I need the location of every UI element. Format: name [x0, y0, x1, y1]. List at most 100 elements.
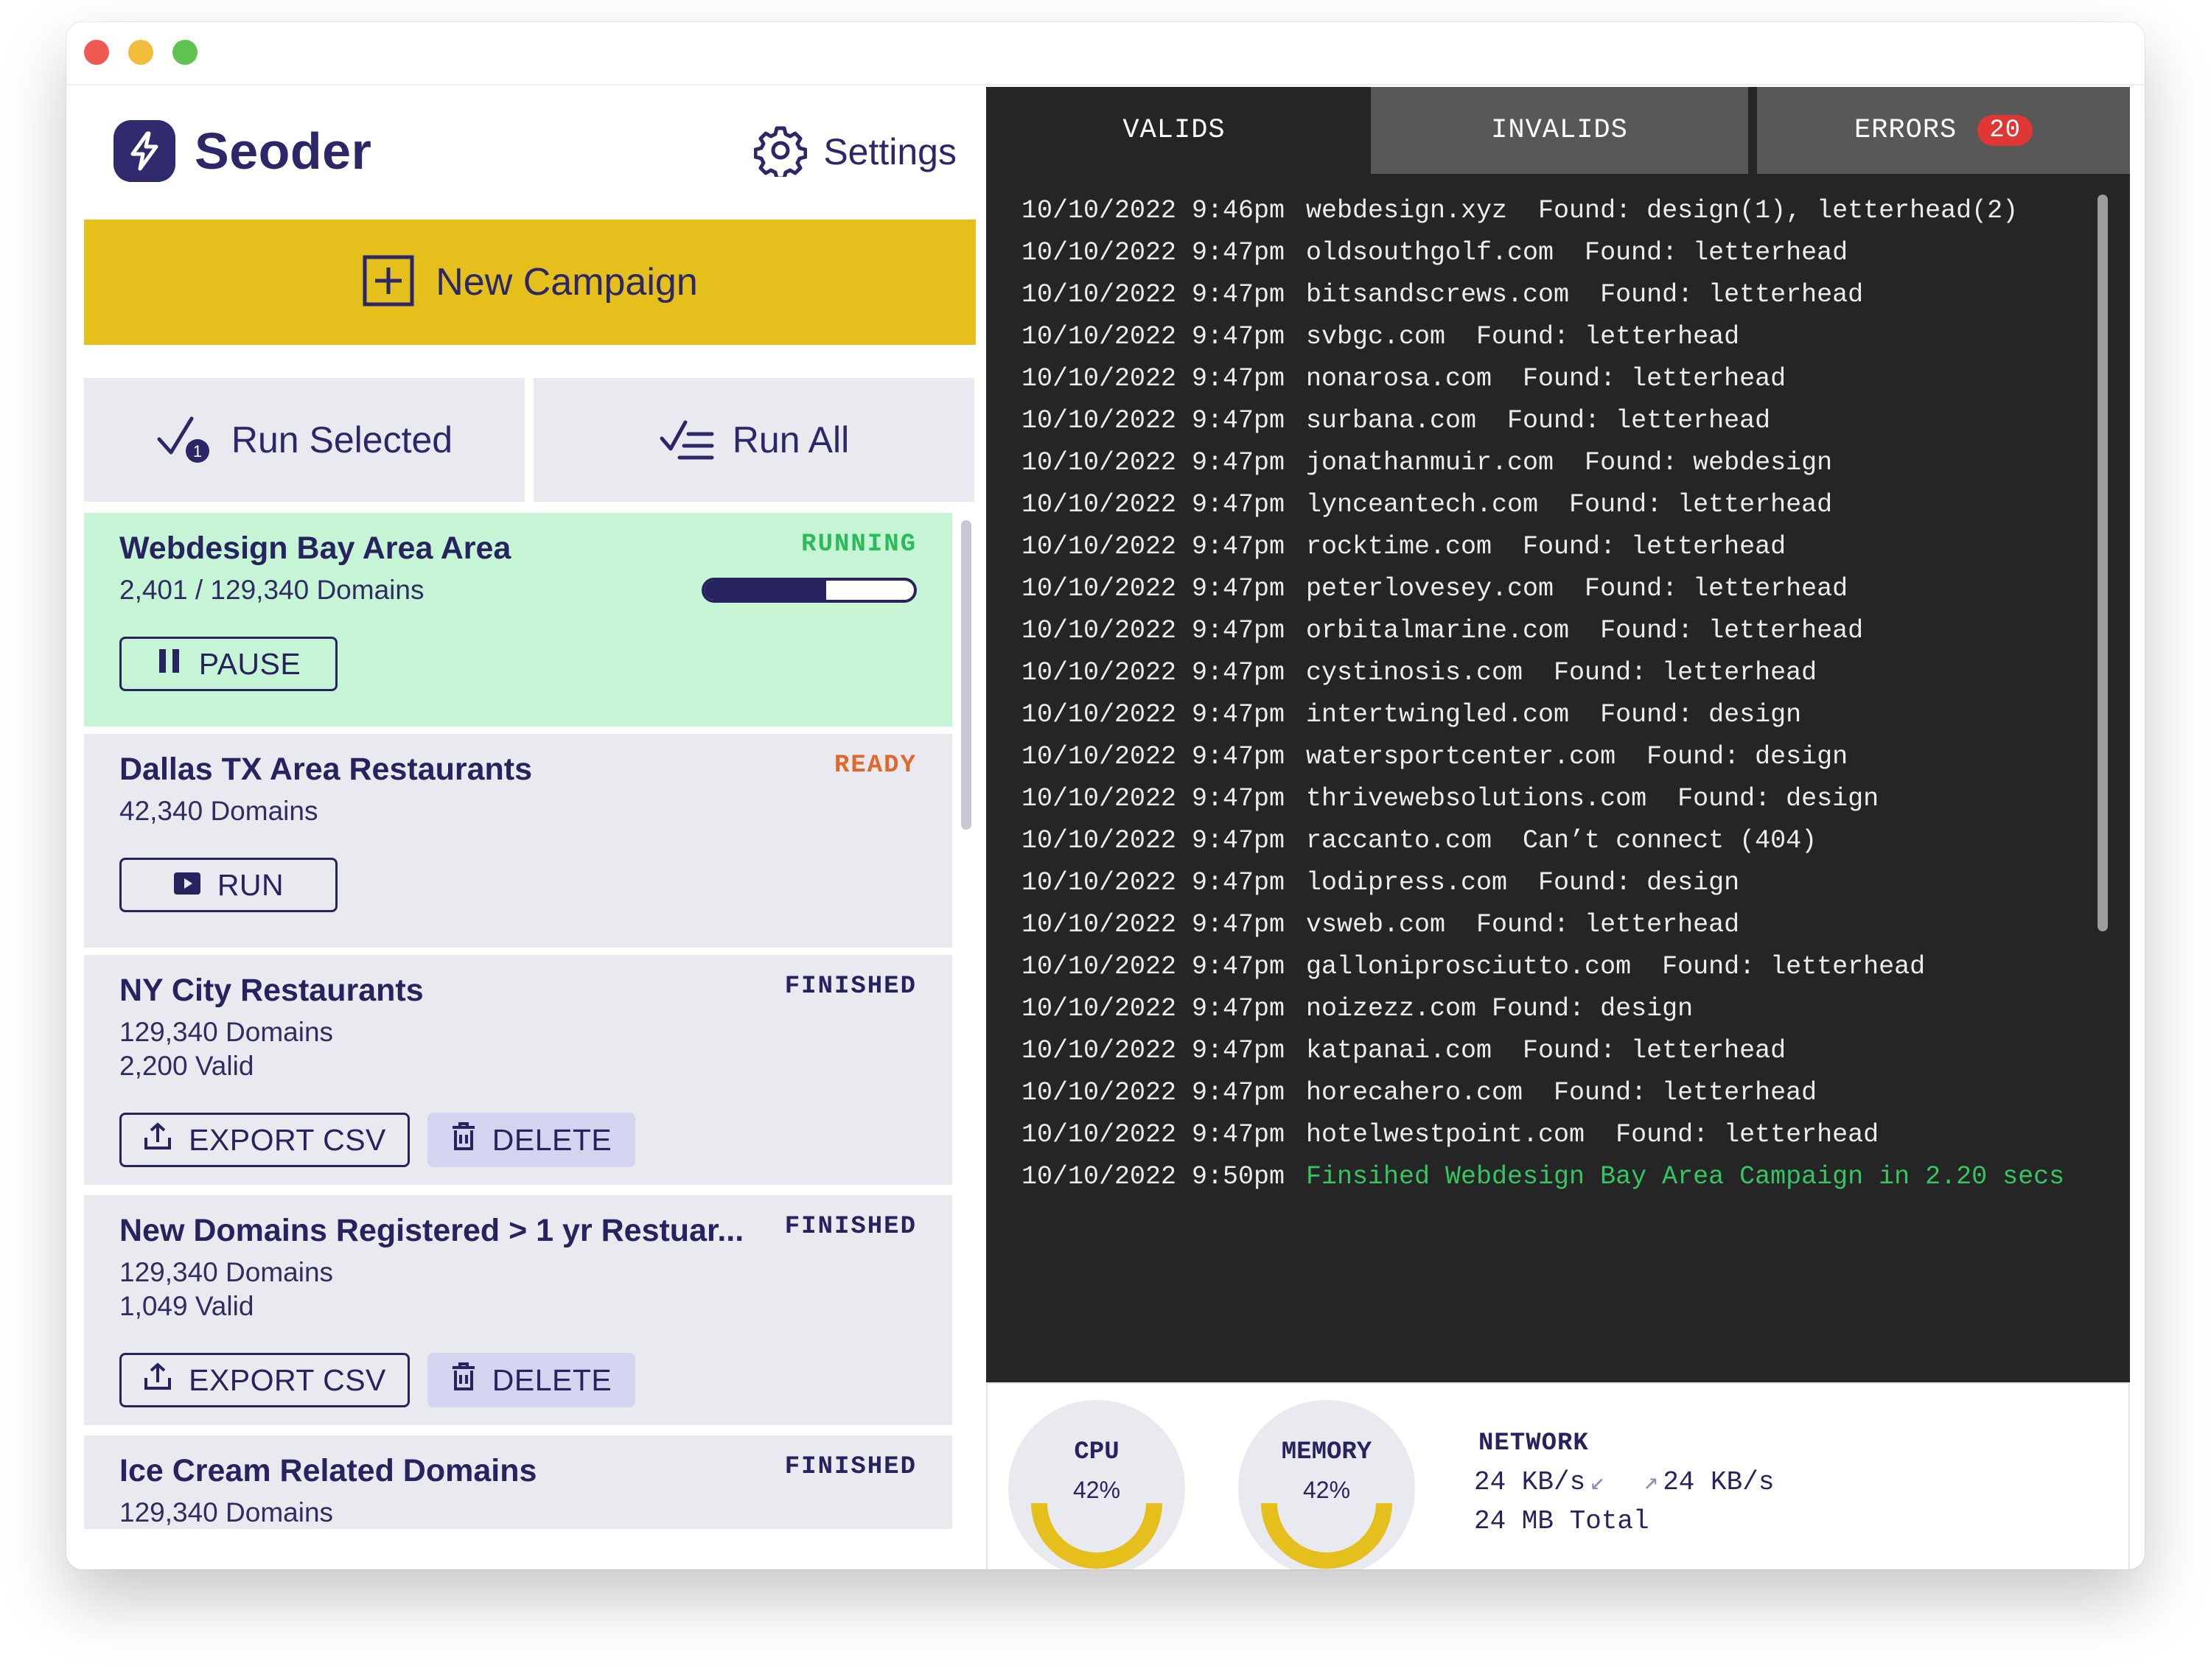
- new-campaign-label: New Campaign: [436, 261, 698, 304]
- campaign-title: New Domains Registered > 1 yr Restuar...: [119, 1213, 744, 1248]
- export-csv-label: EXPORT CSV: [189, 1362, 386, 1397]
- log-message: raccanto.com Can’t connect (404): [1306, 826, 1817, 855]
- close-window-button[interactable]: [84, 40, 109, 65]
- log-scrollbar[interactable]: [2098, 195, 2108, 931]
- log-line: 10/10/2022 9:47pm noizezz.com Found: desi…: [1021, 988, 2064, 1030]
- log-line: 10/10/2022 9:47pm lynceantech.com Found: …: [1021, 484, 2064, 526]
- log-message: orbitalmarine.com Found: letterhead: [1306, 616, 1864, 645]
- log-line: 10/10/2022 9:47pm oldsouthgolf.com Found:…: [1021, 232, 2064, 274]
- tab-label: ERRORS: [1854, 115, 1957, 146]
- campaign-card[interactable]: NY City Restaurants FINISHED 129,340 Dom…: [84, 955, 952, 1185]
- campaign-card[interactable]: Dallas TX Area Restaurants READY 42,340 …: [84, 734, 952, 948]
- log-timestamp: 10/10/2022 9:47pm: [1021, 952, 1285, 981]
- log-timestamp: 10/10/2022 9:47pm: [1021, 616, 1285, 645]
- tab-errors[interactable]: ERRORS 20: [1757, 87, 2130, 174]
- log-timestamp: 10/10/2022 9:47pm: [1021, 910, 1285, 939]
- campaign-card[interactable]: Webdesign Bay Area Area RUNNING 2,401 / …: [84, 513, 952, 727]
- export-csv-button[interactable]: EXPORT CSV: [119, 1353, 410, 1407]
- run-selected-count: 1: [193, 442, 202, 461]
- pause-icon: [156, 647, 183, 682]
- log-message: galloniprosciutto.com Found: letterhead: [1306, 952, 1926, 981]
- delete-button[interactable]: DELETE: [427, 1113, 635, 1167]
- minimize-window-button[interactable]: [128, 40, 153, 65]
- tab-invalids[interactable]: INVALIDS: [1371, 87, 1748, 174]
- log-timestamp: 10/10/2022 9:47pm: [1021, 826, 1285, 855]
- log-message: lynceantech.com Found: letterhead: [1306, 490, 1833, 519]
- log-line: 10/10/2022 9:47pm raccanto.com Can’t conn…: [1021, 820, 2064, 862]
- results-panel: VALIDS INVALIDS ERRORS 20 10/10/2022 9:4…: [986, 87, 2130, 1569]
- log-timestamp: 10/10/2022 9:47pm: [1021, 406, 1285, 435]
- trash-icon: [451, 1121, 476, 1158]
- export-icon: [143, 1121, 172, 1158]
- network-stats: NETWORK 24 KB/s ↙ ↗ 24 KB/s 24 MB Total: [1474, 1429, 1774, 1536]
- log-timestamp: 10/10/2022 9:50pm: [1021, 1162, 1285, 1191]
- log-timestamp: 10/10/2022 9:47pm: [1021, 868, 1285, 897]
- log-line: 10/10/2022 9:47pm bitsandscrews.com Found…: [1021, 274, 2064, 316]
- run-selected-button[interactable]: 1 Run Selected: [84, 378, 525, 502]
- log-message: webdesign.xyz Found: design(1), letterhe…: [1306, 196, 2019, 225]
- campaign-domain-count: 129,340 Domains: [119, 1017, 334, 1047]
- run-all-button[interactable]: Run All: [534, 378, 974, 502]
- campaign-list: Webdesign Bay Area Area RUNNING 2,401 / …: [84, 513, 954, 1529]
- maximize-window-button[interactable]: [172, 40, 198, 65]
- log-message: katpanai.com Found: letterhead: [1306, 1036, 1786, 1065]
- delete-label: DELETE: [492, 1122, 612, 1157]
- log-message: rocktime.com Found: letterhead: [1306, 532, 1786, 561]
- campaign-card[interactable]: Ice Cream Related Domains FINISHED 129,3…: [84, 1435, 952, 1529]
- campaign-status: FINISHED: [784, 1453, 917, 1481]
- log-message: svbgc.com Found: letterhead: [1306, 322, 1740, 351]
- run-button[interactable]: RUN: [119, 858, 338, 912]
- delete-label: DELETE: [492, 1362, 612, 1397]
- log-line: 10/10/2022 9:47pm rocktime.com Found: let…: [1021, 526, 2064, 568]
- gear-icon: [753, 124, 808, 181]
- campaign-list-scrollbar[interactable]: [961, 520, 971, 830]
- log-message: lodipress.com Found: design: [1306, 868, 1740, 897]
- log-message: cystinosis.com Found: letterhead: [1306, 658, 1817, 687]
- tab-valids[interactable]: VALIDS: [986, 87, 1362, 174]
- campaign-progress-bar: [702, 578, 917, 603]
- log-message: jonathanmuir.com Found: webdesign: [1306, 448, 1833, 477]
- log-console: 10/10/2022 9:46pm webdesign.xyz Found: de…: [986, 174, 2130, 1382]
- log-message: oldsouthgolf.com Found: letterhead: [1306, 238, 1848, 267]
- tab-label: INVALIDS: [1491, 115, 1628, 146]
- log-timestamp: 10/10/2022 9:47pm: [1021, 238, 1285, 267]
- log-line: 10/10/2022 9:47pm thrivewebsolutions.com …: [1021, 778, 2064, 820]
- pause-button[interactable]: PAUSE: [119, 637, 338, 691]
- network-title: NETWORK: [1478, 1429, 1589, 1457]
- campaign-card[interactable]: New Domains Registered > 1 yr Restuar...…: [84, 1195, 952, 1425]
- new-campaign-button[interactable]: New Campaign: [84, 220, 976, 345]
- log-timestamp: 10/10/2022 9:47pm: [1021, 700, 1285, 729]
- delete-button[interactable]: DELETE: [427, 1353, 635, 1407]
- export-csv-button[interactable]: EXPORT CSV: [119, 1113, 410, 1167]
- run-selected-label: Run Selected: [231, 419, 453, 461]
- log-line: 10/10/2022 9:47pm surbana.com Found: lett…: [1021, 400, 2064, 442]
- log-line: 10/10/2022 9:47pm orbitalmarine.com Found…: [1021, 610, 2064, 652]
- download-arrow-icon: ↙: [1590, 1469, 1605, 1497]
- settings-button[interactable]: Settings: [753, 122, 957, 181]
- trash-icon: [451, 1362, 476, 1399]
- memory-label: MEMORY: [1281, 1438, 1372, 1466]
- cpu-gauge: CPU 42%: [1008, 1400, 1185, 1569]
- log-line: 10/10/2022 9:47pm intertwingled.com Found…: [1021, 694, 2064, 736]
- system-stats: CPU 42% MEMORY 42% NETWORK 24 KB/s ↙ ↗ 2…: [986, 1382, 2130, 1569]
- upload-arrow-icon: ↗: [1643, 1469, 1659, 1497]
- log-timestamp: 10/10/2022 9:47pm: [1021, 280, 1285, 309]
- log-timestamp: 10/10/2022 9:47pm: [1021, 448, 1285, 477]
- campaign-domain-count: 2,401 / 129,340 Domains: [119, 575, 425, 605]
- tab-label: VALIDS: [1122, 115, 1226, 146]
- cpu-value: 42%: [1072, 1477, 1121, 1503]
- log-timestamp: 10/10/2022 9:47pm: [1021, 1036, 1285, 1065]
- network-total: 24 MB Total: [1474, 1506, 1649, 1536]
- progress-fill: [705, 581, 826, 600]
- log-line: 10/10/2022 9:47pm cystinosis.com Found: l…: [1021, 652, 2064, 694]
- upload-rate: 24 KB/s: [1663, 1466, 1775, 1497]
- campaign-valid-count: 2,200 Valid: [119, 1051, 254, 1081]
- log-timestamp: 10/10/2022 9:47pm: [1021, 1120, 1285, 1149]
- checklist-icon: [659, 416, 715, 464]
- log-timestamp: 10/10/2022 9:47pm: [1021, 322, 1285, 351]
- run-label: RUN: [217, 867, 284, 902]
- log-message: hotelwestpoint.com Found: letterhead: [1306, 1120, 1879, 1149]
- log-line: 10/10/2022 9:47pm nonarosa.com Found: let…: [1021, 358, 2064, 400]
- results-tabs: VALIDS INVALIDS ERRORS 20: [986, 87, 2130, 175]
- log-timestamp: 10/10/2022 9:47pm: [1021, 784, 1285, 813]
